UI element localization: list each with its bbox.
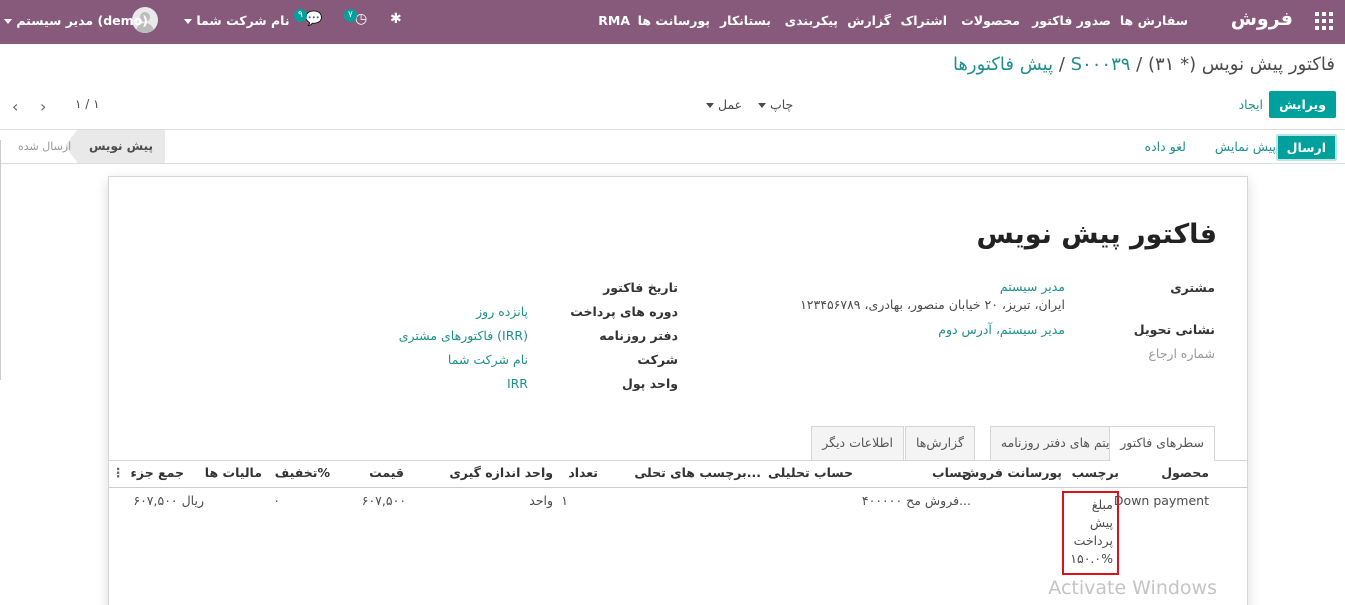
menu-item-rma[interactable]: RMA	[598, 13, 630, 28]
company-name: نام شرکت شما	[196, 13, 290, 28]
optional-columns-icon[interactable]: ⋮	[112, 465, 125, 480]
column-header-quantity[interactable]: تعداد	[568, 465, 598, 480]
menu-item-configuration[interactable]: پیکربندی	[785, 13, 838, 28]
breadcrumb: پیش فاکتورها / S۰۰۰۳۹ / فاکتور پیش نویس …	[953, 54, 1335, 75]
action-label: عمل	[717, 97, 743, 112]
menu-item-products[interactable]: محصولات	[961, 13, 1020, 28]
company-switcher[interactable]: نام شرکت شما	[184, 13, 290, 28]
tabs-divider	[109, 460, 1247, 461]
breadcrumb-order[interactable]: S۰۰۰۳۹	[1071, 54, 1131, 75]
row-uom-cell[interactable]: واحد	[529, 493, 553, 508]
send-button[interactable]: ارسال	[1275, 134, 1337, 161]
page-title: فاکتور پیش نویس	[976, 219, 1217, 250]
print-label: چاپ	[769, 97, 794, 112]
menu-item-subscriptions[interactable]: اشتراک	[900, 13, 947, 28]
status-draft[interactable]: پیش نویس	[65, 130, 165, 163]
divider	[0, 140, 1, 380]
highlighted-label-cell[interactable]: مبلغ پیش پرداخت %۱۵۰.۰	[1062, 491, 1119, 575]
menu-item-reporting[interactable]: گزارش	[847, 13, 891, 28]
tab-invoice-lines[interactable]: سطرهای فاکتور	[1109, 426, 1215, 461]
user-name: مدیر سیستم (demo)	[16, 13, 148, 28]
reference-label: شماره ارجاع	[1148, 346, 1215, 361]
preview-button[interactable]: پیش نمایش	[1215, 139, 1276, 154]
menu-item-commissions[interactable]: پورسانت ها	[638, 13, 710, 28]
row-quantity-cell[interactable]: ۱	[561, 493, 568, 508]
create-button[interactable]: ایجاد	[1239, 97, 1263, 112]
pager-value[interactable]: ۱ / ۱	[75, 97, 100, 111]
column-header-uom[interactable]: واحد اندازه گیری	[449, 465, 553, 480]
menu-item-creditor[interactable]: بستانکار	[720, 13, 771, 28]
activities-badge: ۷	[344, 9, 357, 22]
menu-item-orders[interactable]: سفارش ها	[1120, 13, 1188, 28]
action-dropdown[interactable]: عمل	[706, 97, 742, 112]
user-menu[interactable]: مدیر سیستم (demo)	[4, 13, 148, 28]
row-product-cell[interactable]: Down payment	[1114, 493, 1209, 508]
column-header-price[interactable]: قیمت	[369, 465, 404, 480]
delivery-address-field[interactable]: مدیر سیستم، آدرس دوم	[938, 322, 1065, 337]
company-label: شرکت	[637, 352, 678, 367]
tab-other-info[interactable]: اطلاعات دیگر	[811, 426, 904, 460]
debug-bug-icon[interactable]: ✱	[390, 11, 402, 27]
journal-label: دفتر روزنامه	[599, 328, 678, 343]
top-navbar: فروش سفارش ها صدور فاکتور محصولات اشتراک…	[0, 0, 1345, 44]
menu-item-invoicing[interactable]: صدور فاکتور	[1032, 13, 1111, 28]
apps-menu-icon[interactable]	[1315, 12, 1333, 30]
column-header-taxes[interactable]: مالیات ها	[205, 465, 262, 480]
breadcrumb-current: فاکتور پیش نویس (* ۳۱)	[1147, 54, 1335, 75]
pager-prev-icon[interactable]: ‹	[12, 97, 18, 116]
column-header-account[interactable]: حساب	[932, 465, 971, 480]
invoice-date-label: تاریخ فاکتور	[603, 280, 678, 295]
pager-next-icon[interactable]: ›	[40, 97, 46, 116]
customer-address: ایران، تبریز، ۲۰ خیابان منصور، بهادری، ۱…	[800, 297, 1065, 312]
print-dropdown[interactable]: چاپ	[758, 97, 793, 112]
column-header-label[interactable]: برچسب	[1072, 465, 1119, 480]
status-bar: پیش نویس ارسال شده	[0, 130, 165, 163]
windows-activation-watermark: Activate Windows	[1048, 577, 1217, 599]
payment-terms-field[interactable]: پانزده روز	[476, 304, 528, 319]
company-field[interactable]: نام شرکت شما	[448, 352, 528, 367]
row-account-cell[interactable]: ۴۰۰۰۰۰ فروش مح...	[862, 493, 971, 508]
payment-terms-label: دوره های پرداخت	[570, 304, 678, 319]
currency-field[interactable]: IRR	[507, 376, 528, 391]
customer-label: مشتری	[1170, 280, 1215, 295]
journal-field[interactable]: فاکتورهای مشتری (IRR)	[399, 328, 528, 343]
app-brand[interactable]: فروش	[1231, 8, 1293, 30]
chevron-down-icon	[4, 19, 12, 24]
column-header-subtotal[interactable]: جمع جزء	[131, 465, 184, 480]
invoice-sheet: فاکتور پیش نویس مشتری مدیر سیستم ایران، …	[108, 176, 1248, 605]
customer-field[interactable]: مدیر سیستم	[1000, 279, 1065, 294]
status-sent[interactable]: ارسال شده	[18, 130, 71, 163]
edit-button[interactable]: ویرایش	[1269, 91, 1336, 118]
chevron-down-icon	[184, 19, 192, 24]
divider	[0, 163, 1345, 164]
column-header-commission[interactable]: پورسانت فروش	[962, 465, 1062, 480]
chevron-down-icon	[758, 103, 766, 108]
column-header-analytic-tags[interactable]: برچسب های تحلی...	[634, 465, 761, 480]
row-discount-cell[interactable]: ۰	[273, 493, 280, 508]
breadcrumb-quotations[interactable]: پیش فاکتورها	[953, 54, 1053, 75]
column-header-discount[interactable]: تخفیف%	[275, 465, 330, 480]
chevron-down-icon	[706, 103, 714, 108]
reset-to-draft-button[interactable]: لغو داده	[1145, 139, 1186, 154]
table-header-divider	[109, 487, 1247, 488]
breadcrumb-separator: /	[1136, 54, 1143, 75]
tab-journal-items[interactable]: آیتم های دفتر روزنامه	[989, 426, 1124, 460]
row-subtotal-cell: ۶۰۷,۵۰۰ ریال	[133, 493, 204, 508]
breadcrumb-separator: /	[1058, 54, 1065, 75]
divider	[0, 129, 1345, 130]
messages-badge: ۹	[294, 9, 307, 22]
tab-reports[interactable]: گزارش‌ها	[904, 426, 975, 460]
messages-chat-icon[interactable]: 💬	[305, 11, 322, 27]
column-header-analytic-account[interactable]: حساب تحلیلی	[768, 465, 853, 480]
row-label-cell: مبلغ پیش پرداخت %۱۵۰.۰	[1070, 497, 1113, 566]
column-header-product[interactable]: محصول	[1161, 465, 1209, 480]
row-price-cell[interactable]: ۶۰۷,۵۰۰	[362, 493, 406, 508]
delivery-address-label: نشانی تحویل	[1133, 322, 1215, 337]
currency-label: واحد پول	[621, 376, 678, 391]
